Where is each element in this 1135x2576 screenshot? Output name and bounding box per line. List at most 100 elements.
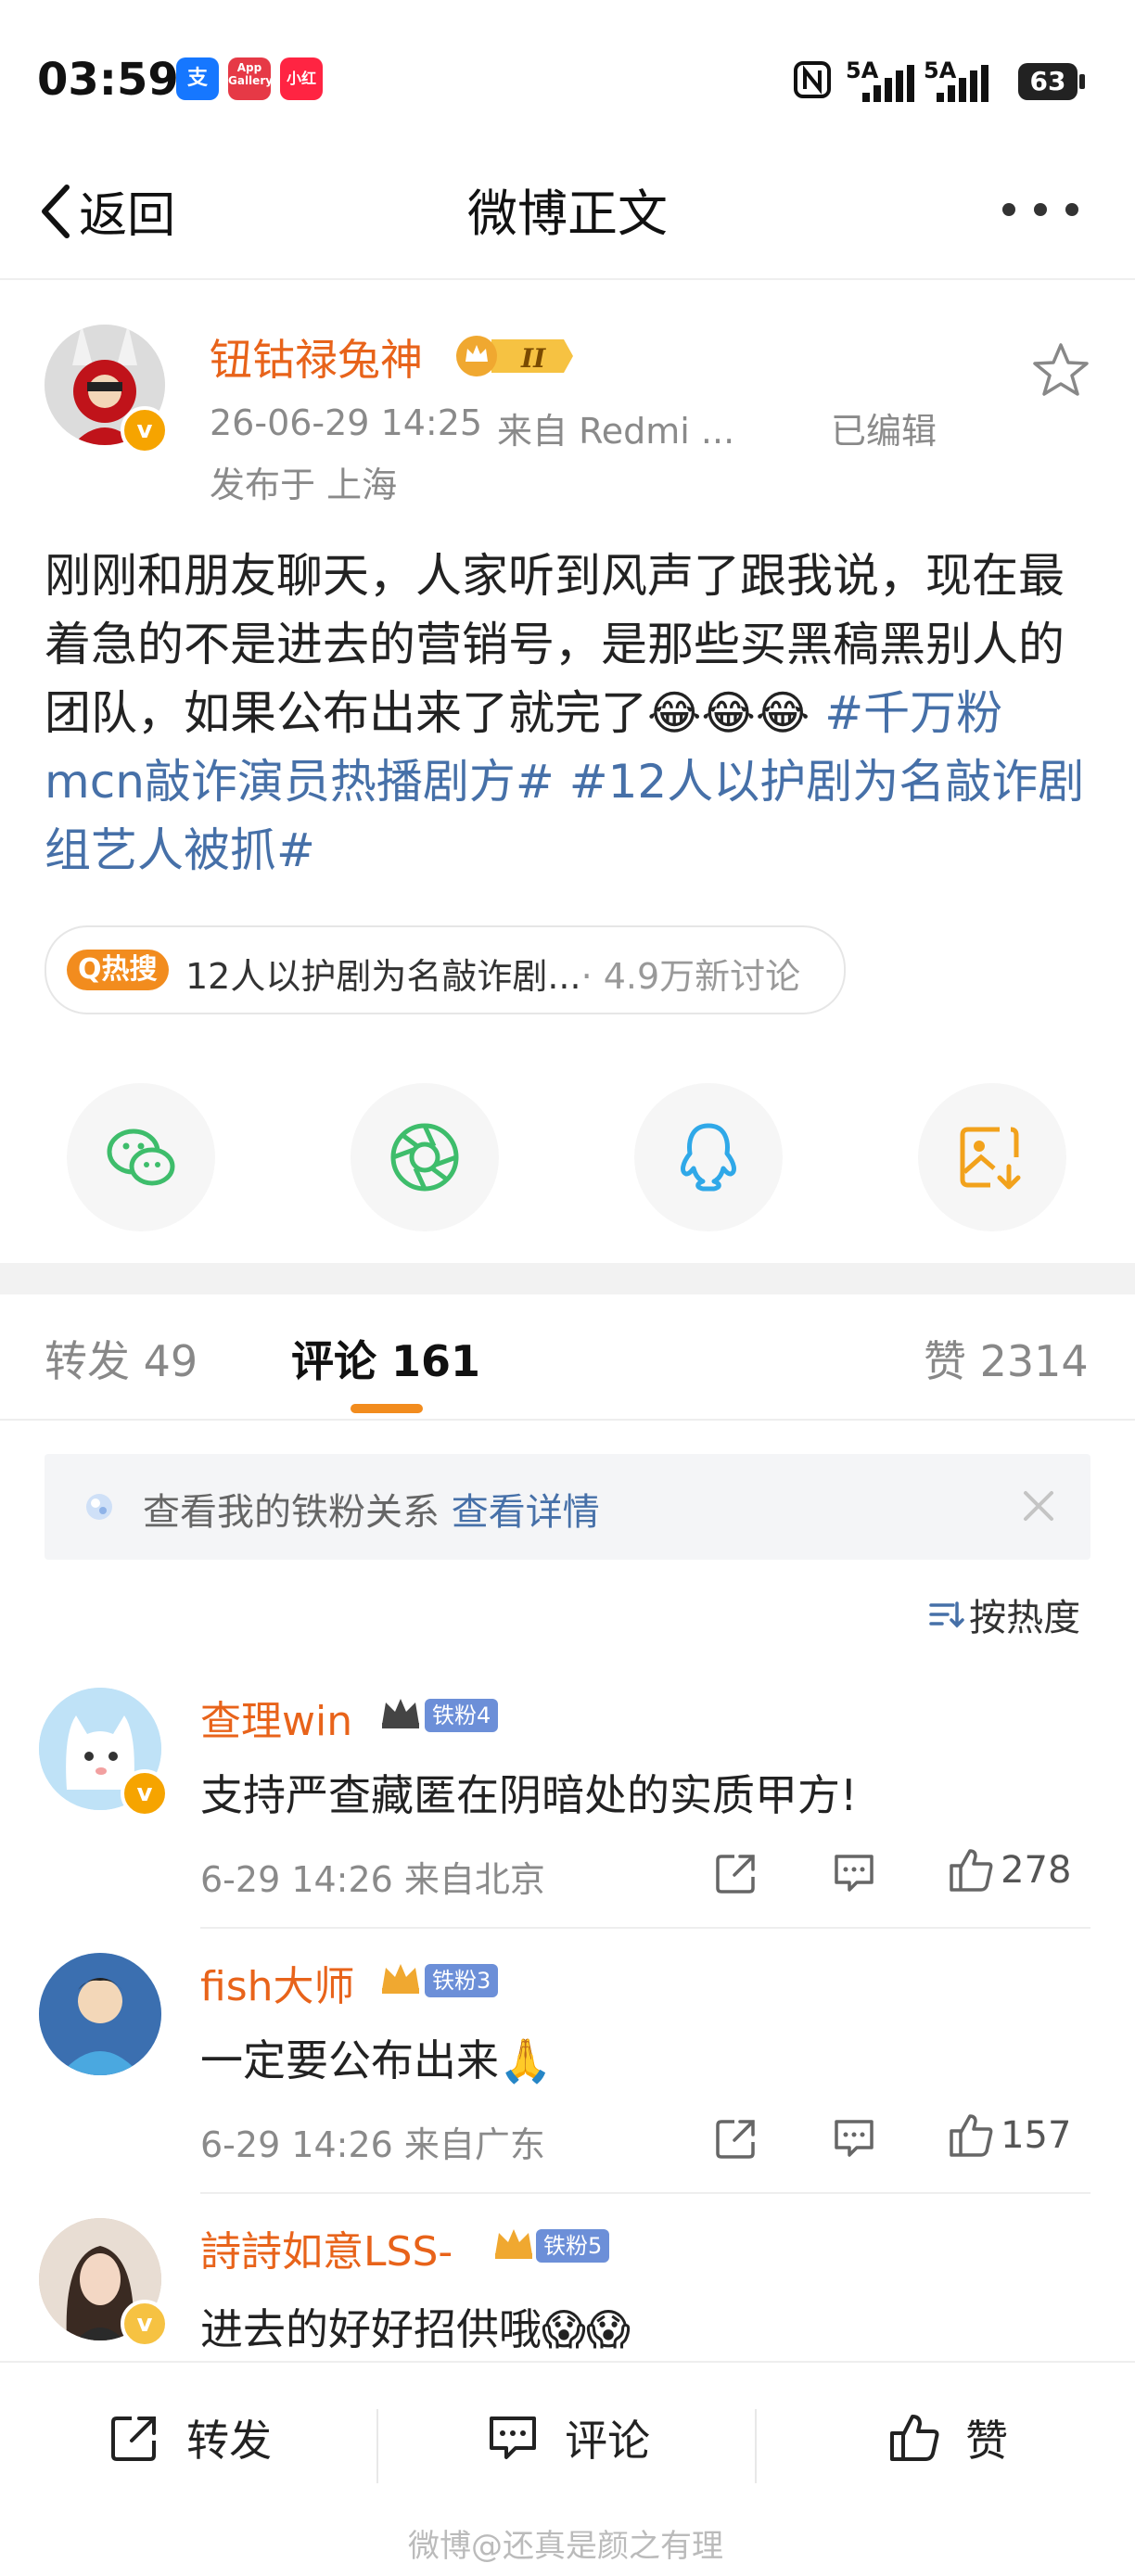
hot-search-topic: 12人以护剧为名敲诈剧... <box>185 956 581 997</box>
vip-level-text: II <box>520 343 546 374</box>
share-moments-button[interactable] <box>351 1083 499 1231</box>
share-icon <box>716 2120 755 2159</box>
hot-search-pill[interactable]: Q热搜 12人以护剧为名敲诈剧...· 4.9万新讨论 <box>45 925 846 1014</box>
comment-divider <box>200 1927 1090 1929</box>
bottom-comment-button[interactable]: 评论 <box>486 2407 650 2468</box>
moments-icon <box>390 1123 459 1192</box>
comment-reply-button[interactable] <box>831 1851 877 1899</box>
nav-divider <box>0 278 1135 280</box>
alipay-icon: 支 <box>176 57 219 100</box>
comment-avatar[interactable] <box>39 1953 161 2075</box>
tab-comments[interactable]: 评论 161 <box>291 1328 480 1389</box>
comment-meta: 6-29 14:26 来自广东 <box>200 2124 545 2165</box>
tab-likes[interactable]: 赞 2314 <box>924 1328 1089 1389</box>
comment-author[interactable]: 查理win <box>200 1688 352 1747</box>
thumbs-up-icon <box>890 2415 939 2461</box>
thumbs-up-icon <box>950 1849 993 1892</box>
fan-level-badge: 铁粉3 <box>425 1964 499 1997</box>
save-image-icon <box>960 1127 1021 1190</box>
thumbs-up-icon <box>950 2114 993 2157</box>
edited-label[interactable]: 已编辑 <box>831 402 937 453</box>
hot-search-badge: Q热搜 <box>67 950 169 990</box>
fan-relation-text: 查看我的铁粉关系 查看详情 <box>143 1482 600 1536</box>
comment-text: 进去的好好招供哦😱😱 <box>200 2304 631 2354</box>
close-banner-button[interactable] <box>1020 1487 1057 1528</box>
qq-icon <box>681 1123 736 1192</box>
fan-relation-icon <box>83 1491 115 1526</box>
comment-like-count: 157 <box>1001 2114 1072 2157</box>
comment-like-count: 278 <box>1001 1849 1072 1892</box>
comment-divider <box>200 2192 1090 2194</box>
bottom-repost-label: 转发 <box>186 2416 273 2466</box>
active-tab-indicator <box>351 1404 423 1413</box>
repost-icon <box>111 2417 156 2461</box>
comment-text: 支持严查藏匿在阴暗处的实质甲方! <box>200 1770 858 1820</box>
signal-bars-icon <box>862 65 918 106</box>
vip-badge: II <box>454 334 575 378</box>
sort-label: 按热度 <box>969 1597 1081 1639</box>
comment-icon <box>835 2120 874 2157</box>
post-body: 刚刚和朋友聊天，人家听到风声了跟我说，现在最着急的不是进去的营销号，是那些买黑稿… <box>45 542 1092 885</box>
page-title: 微博正文 <box>467 185 668 243</box>
sort-by-heat-button[interactable]: 按热度 <box>927 1588 1080 1641</box>
save-image-button[interactable] <box>918 1083 1066 1231</box>
fan-level-badge: 铁粉4 <box>425 1699 499 1732</box>
watermark-text: 微博@还真是颜之有理 <box>408 2528 723 2565</box>
bottom-separator <box>755 2409 757 2483</box>
comment-like-button[interactable]: 278 <box>946 1845 1071 1895</box>
more-icon <box>1002 203 1078 216</box>
comment-text: 一定要公布出来🙏 <box>200 2035 553 2085</box>
comment-icon <box>835 1855 874 1892</box>
comment-like-button[interactable]: 157 <box>946 2111 1071 2161</box>
wechat-icon <box>107 1129 175 1186</box>
clock: 03:59 <box>37 54 179 106</box>
close-icon <box>1024 1491 1053 1521</box>
xiaohongshu-icon: 小红书 <box>280 57 323 130</box>
comment-meta: 6-29 14:26 来自北京 <box>200 1859 545 1900</box>
comment-author[interactable]: fish大师 <box>200 1953 355 2012</box>
status-bar: 03:59 支 App Gallery 小红书 5A 5A 63 <box>0 0 1135 158</box>
post-timestamp: 26-06-29 14:25 <box>210 402 483 443</box>
comment-share-button[interactable] <box>714 2116 759 2164</box>
post-source: 来自 Redmi ... <box>497 411 735 452</box>
sort-icon <box>929 1601 964 1628</box>
crown-icon <box>491 2225 536 2267</box>
signal-bars-2-icon <box>937 65 1001 106</box>
bottom-like-label: 赞 <box>965 2416 1009 2466</box>
more-button[interactable] <box>1001 202 1079 221</box>
favorite-button[interactable] <box>1031 341 1090 402</box>
hot-search-count: · 4.9万新讨论 <box>580 956 801 997</box>
tabs-divider <box>0 1419 1135 1421</box>
comment-reply-button[interactable] <box>831 2116 877 2164</box>
crown-icon <box>378 1695 423 1737</box>
post-emoji: 😂😂😂 <box>647 686 810 740</box>
hot-search-text: 12人以护剧为名敲诈剧...· 4.9万新讨论 <box>185 948 800 999</box>
section-separator <box>0 1263 1135 1294</box>
post-location: 发布于 上海 <box>210 465 398 505</box>
share-wechat-button[interactable] <box>67 1083 215 1231</box>
verified-badge: v <box>121 2300 169 2348</box>
comment-author[interactable]: 詩詩如意LSS- <box>200 2218 453 2277</box>
bottom-repost-button[interactable]: 转发 <box>108 2407 272 2468</box>
bottom-action-bar: 转发 评论 赞 微博@还真是颜之有理 <box>0 2361 1135 2576</box>
author-name[interactable]: 钮钴禄兔神 <box>210 326 423 388</box>
fan-relation-link[interactable]: 查看详情 <box>452 1491 600 1534</box>
nfc-icon <box>794 61 831 102</box>
tab-repost[interactable]: 转发 49 <box>45 1328 198 1389</box>
battery-indicator: 63 <box>1018 63 1078 100</box>
crown-icon <box>378 1960 423 2002</box>
star-icon <box>1033 343 1089 396</box>
share-icon <box>716 1855 755 1894</box>
share-qq-button[interactable] <box>634 1083 783 1231</box>
fan-relation-banner[interactable]: 查看我的铁粉关系 查看详情 <box>45 1454 1090 1560</box>
verified-badge: v <box>121 406 169 454</box>
bottom-comment-label: 评论 <box>565 2416 651 2466</box>
fan-level-badge: 铁粉5 <box>536 2229 610 2263</box>
fan-relation-label: 查看我的铁粉关系 <box>143 1491 440 1534</box>
bottom-like-button[interactable]: 赞 <box>886 2407 1008 2468</box>
app-gallery-icon: App Gallery <box>228 57 273 100</box>
comment-share-button[interactable] <box>714 1851 759 1899</box>
bottom-separator <box>376 2409 378 2483</box>
comment-icon <box>490 2417 536 2459</box>
verified-badge: v <box>121 1769 169 1817</box>
